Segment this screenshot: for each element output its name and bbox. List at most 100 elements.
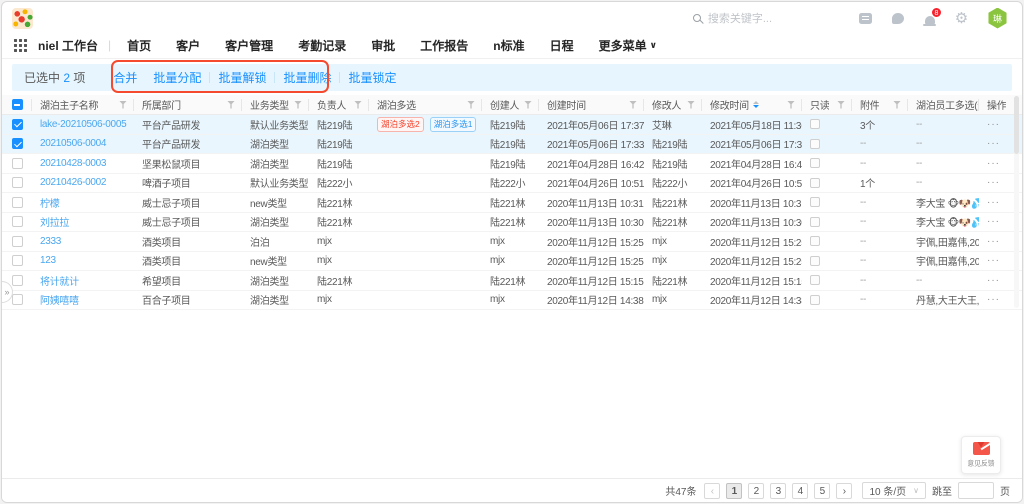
page-button-1[interactable]: 1 [726,483,742,499]
nav-item-2[interactable]: 客户 [176,39,200,53]
readonly-checkbox[interactable] [810,197,820,207]
row-actions-button[interactable]: ··· [987,138,1000,149]
readonly-checkbox[interactable] [810,119,820,129]
settings-gear-icon[interactable]: ⚙ [954,11,969,26]
column-header-multi[interactable]: 湖泊多选 [369,95,482,114]
feedback-button[interactable]: 意见反馈 [961,436,1001,474]
row-checkbox[interactable] [12,119,23,130]
nav-item-6[interactable]: 工作报告 [420,39,468,53]
filter-icon[interactable] [227,101,235,109]
batch-action-2[interactable]: 批量解锁 [218,71,266,85]
column-header-creator[interactable]: 创建人 [482,95,539,114]
nav-item-4[interactable]: 考勤记录 [298,39,346,53]
workspace-title[interactable]: niel 工作台 [38,37,98,54]
row-checkbox[interactable] [12,294,23,305]
row-checkbox[interactable] [12,236,23,247]
record-link[interactable]: 2333 [40,236,61,247]
page-size-select[interactable]: 10 条/页 ∨ [862,482,926,499]
row-actions-button[interactable]: ··· [987,177,1000,188]
readonly-checkbox[interactable] [810,256,820,266]
row-checkbox[interactable] [12,255,23,266]
message-icon[interactable] [890,11,905,26]
nav-more-menu[interactable]: 更多菜单 ∨ [599,37,657,54]
row-actions-button[interactable]: ··· [987,294,1000,305]
page-button-2[interactable]: 2 [748,483,764,499]
readonly-checkbox[interactable] [810,178,820,188]
batch-action-3[interactable]: 批量删除 [283,71,331,85]
merge-button[interactable]: 合并 [113,69,137,86]
record-link[interactable]: 20210506-0004 [40,138,106,149]
record-link[interactable]: 将计就计 [40,273,79,288]
record-link[interactable]: 20210426-0002 [40,177,106,188]
filter-icon[interactable] [119,101,127,109]
readonly-checkbox[interactable] [810,139,820,149]
filter-icon[interactable] [524,101,532,109]
nav-item-3[interactable]: 客户管理 [225,39,273,53]
batch-action-4[interactable]: 批量锁定 [348,71,396,85]
filter-icon[interactable] [893,101,901,109]
app-logo-icon[interactable] [12,8,33,29]
table-row[interactable]: 阿姨嘻嘻百合子项目湖泊类型mjxmjx2020年11月12日 14:38mjx2… [2,291,1022,311]
readonly-checkbox[interactable] [810,295,820,305]
table-row[interactable]: 柠檬威士忌子项目new类型陆221林陆221林2020年11月13日 10:31… [2,193,1022,213]
column-header-owner[interactable]: 负责人 [309,95,369,114]
readonly-checkbox[interactable] [810,236,820,246]
column-header-attach[interactable]: 附件 [852,95,908,114]
readonly-checkbox[interactable] [810,217,820,227]
column-header-readonly[interactable]: 只读 [802,95,852,114]
jump-page-input[interactable] [958,482,994,499]
vertical-scrollbar[interactable] [1014,96,1019,308]
nav-item-1[interactable]: 首页 [127,39,151,53]
prev-page-button[interactable]: ‹ [704,483,720,499]
column-header-action[interactable]: 操作 [979,95,1016,114]
row-actions-button[interactable]: ··· [987,216,1000,227]
row-checkbox[interactable] [12,177,23,188]
row-actions-button[interactable]: ··· [987,275,1000,286]
column-header-type[interactable]: 业务类型 [242,95,309,114]
notification-bell-icon[interactable]: 8 [922,11,937,26]
table-row[interactable]: 20210506-0004平台产品研发湖泊类型陆219陆陆219陆2021年05… [2,135,1022,155]
global-search-input[interactable]: 搜索关键字... [693,10,772,26]
apps-grid-icon[interactable] [14,39,27,52]
scrollbar-thumb[interactable] [1014,96,1019,154]
page-button-5[interactable]: 5 [814,483,830,499]
sort-icon[interactable] [753,101,759,108]
column-header-modified[interactable]: 修改时间 [702,95,802,114]
filter-icon[interactable] [837,101,845,109]
row-actions-button[interactable]: ··· [987,255,1000,266]
batch-action-1[interactable]: 批量分配 [153,71,201,85]
column-header-dept[interactable]: 所属部门 [134,95,242,114]
column-header-created[interactable]: 创建时间 [539,95,644,114]
record-link[interactable]: 阿姨嘻嘻 [40,292,79,307]
column-header-employees[interactable]: 湖泊员工多选(无需 [908,95,979,114]
workbench-icon[interactable] [858,11,873,26]
table-row[interactable]: 将计就计希望项目湖泊类型陆221林陆221林2020年11月12日 15:15陆… [2,271,1022,291]
filter-icon[interactable] [294,101,302,109]
table-row[interactable]: 2333酒类项目泊泊mjxmjx2020年11月12日 15:25mjx2020… [2,232,1022,252]
record-link[interactable]: 柠檬 [40,195,59,210]
record-link[interactable]: 123 [40,255,56,266]
row-actions-button[interactable]: ··· [987,158,1000,169]
table-row[interactable]: 123酒类项目new类型mjxmjx2020年11月12日 15:25mjx20… [2,252,1022,272]
filter-icon[interactable] [467,101,475,109]
row-actions-button[interactable]: ··· [987,236,1000,247]
table-row[interactable]: 20210426-0002啤酒子项目默认业务类型陆222小陆222小2021年0… [2,174,1022,194]
nav-item-8[interactable]: 日程 [550,39,574,53]
row-checkbox[interactable] [12,138,23,149]
filter-icon[interactable] [687,101,695,109]
row-checkbox[interactable] [12,275,23,286]
row-checkbox[interactable] [12,158,23,169]
filter-icon[interactable] [787,101,795,109]
filter-icon[interactable] [354,101,362,109]
readonly-checkbox[interactable] [810,275,820,285]
readonly-checkbox[interactable] [810,158,820,168]
record-link[interactable]: 20210428-0003 [40,158,106,169]
page-button-3[interactable]: 3 [770,483,786,499]
row-actions-button[interactable]: ··· [987,119,1000,130]
row-actions-button[interactable]: ··· [987,197,1000,208]
row-checkbox[interactable] [12,216,23,227]
nav-item-5[interactable]: 审批 [371,39,395,53]
record-link[interactable]: 刘拉拉 [40,214,69,229]
table-row[interactable]: lake-20210506-0005平台产品研发默认业务类型陆219陆湖泊多选2… [2,115,1022,135]
record-link[interactable]: lake-20210506-0005 [40,119,126,130]
